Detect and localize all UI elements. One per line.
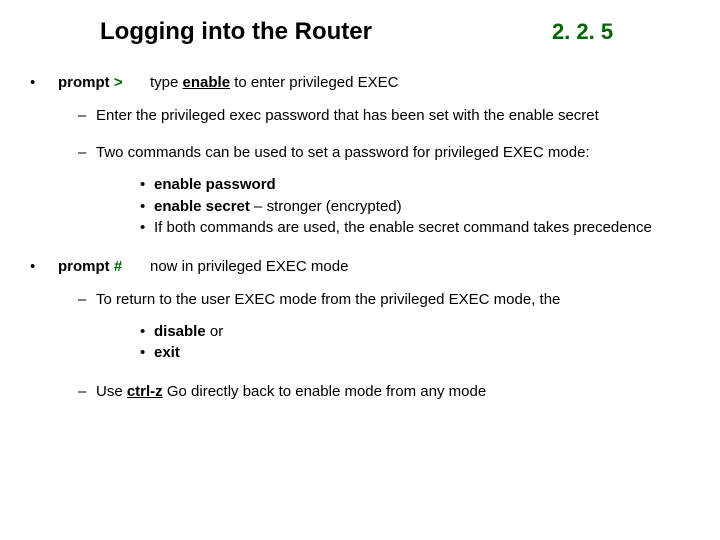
- bullet-list-level1: • prompt > type enable to enter privileg…: [30, 74, 690, 400]
- section-number: 2. 2. 5: [552, 19, 613, 45]
- bullet-list-level2: Enter the privileged exec password that …: [78, 107, 690, 238]
- bullet-icon: •: [30, 258, 58, 275]
- bullet-list-level3: disable or exit: [140, 322, 690, 363]
- bullet-list-level2: To return to the user EXEC mode from the…: [78, 291, 690, 400]
- prompt-description: type enable to enter privileged EXEC: [150, 74, 690, 91]
- list-item: If both commands are used, the enable se…: [140, 218, 690, 238]
- slide-header: Logging into the Router 2. 2. 5: [100, 18, 690, 46]
- list-item: • prompt > type enable to enter privileg…: [30, 74, 690, 238]
- bullet-icon: •: [30, 74, 58, 91]
- prompt-symbol: #: [114, 258, 122, 275]
- prompt-symbol: >: [114, 74, 123, 91]
- list-item: To return to the user EXEC mode from the…: [78, 291, 690, 363]
- list-item: enable secret – stronger (encrypted): [140, 197, 690, 217]
- list-item: disable or: [140, 322, 690, 342]
- list-item: Use ctrl-z Go directly back to enable mo…: [78, 383, 690, 400]
- prompt-description: now in privileged EXEC mode: [150, 258, 690, 275]
- list-item: enable password: [140, 175, 690, 195]
- list-item: Two commands can be used to set a passwo…: [78, 144, 690, 238]
- list-item: • prompt # now in privileged EXEC mode T…: [30, 258, 690, 400]
- prompt-label: prompt #: [58, 258, 150, 275]
- slide-title: Logging into the Router: [100, 18, 372, 46]
- list-item: exit: [140, 343, 690, 363]
- prompt-label: prompt >: [58, 74, 150, 91]
- bullet-list-level3: enable password enable secret – stronger…: [140, 175, 690, 238]
- list-item: Enter the privileged exec password that …: [78, 107, 690, 124]
